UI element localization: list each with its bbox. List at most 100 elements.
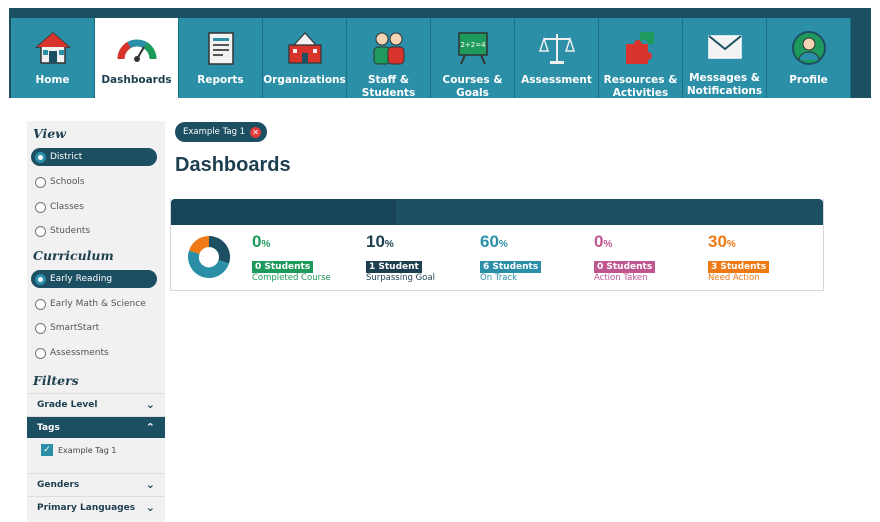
home-icon xyxy=(33,30,73,66)
stat-caption: On Track xyxy=(480,273,518,283)
radio-icon xyxy=(35,298,46,310)
stat-caption: Action Taken xyxy=(594,273,648,283)
stat-value: 60 xyxy=(480,232,499,251)
stat-percent: 0% xyxy=(594,233,655,254)
stat-percent: 30% xyxy=(708,233,769,254)
radio-icon xyxy=(35,322,46,334)
radio-label: SmartStart xyxy=(50,323,100,333)
envelope-icon xyxy=(705,30,745,64)
curriculum-option-smartstart[interactable]: SmartStart xyxy=(31,319,157,337)
nav-assessment[interactable]: Assessment xyxy=(515,18,599,98)
stat-unit: % xyxy=(603,239,613,250)
filter-label: Tags xyxy=(37,422,60,433)
nav-label: Resources & Activities xyxy=(603,74,678,99)
filter-grade-level[interactable]: Grade Level ⌄ xyxy=(27,393,165,415)
nav-messages-notifications[interactable]: Messages & Notifications xyxy=(683,18,767,98)
scale-icon xyxy=(537,30,577,66)
nav-label: Reports xyxy=(197,74,244,86)
view-option-classes[interactable]: Classes xyxy=(31,198,157,216)
tag-option-example-tag-1[interactable]: ✓ Example Tag 1 xyxy=(41,444,116,456)
report-icon xyxy=(201,30,241,66)
radio-icon xyxy=(35,176,46,188)
filter-tags[interactable]: Tags ⌃ xyxy=(27,416,165,438)
stat-value: 30 xyxy=(708,232,727,251)
stat-surpassing-goal: 10% 1 Student Surpassing Goal xyxy=(366,233,435,284)
view-section-title: View xyxy=(33,126,66,141)
nav-label: Home xyxy=(35,74,70,86)
radio-label: District xyxy=(50,152,83,162)
stat-unit: % xyxy=(498,239,508,250)
people-icon xyxy=(369,30,409,66)
summary-card-header-tab xyxy=(171,199,396,225)
stat-need-action: 30% 3 Students Need Action xyxy=(708,233,770,284)
radio-label: Schools xyxy=(50,177,85,187)
chevron-up-icon: ⌃ xyxy=(145,421,155,434)
nav-label: Messages & Notifications xyxy=(686,72,763,97)
svg-text:2+2=4: 2+2=4 xyxy=(460,41,486,49)
stat-badge: 1 Student xyxy=(366,261,422,273)
stat-badge: 0 Students xyxy=(594,261,656,273)
donut-segment-surpassing xyxy=(209,235,231,264)
page-title: Dashboards xyxy=(175,154,291,176)
nav-organizations[interactable]: Organizations xyxy=(263,18,347,98)
user-icon xyxy=(789,30,829,66)
nav-label: Staff & Students xyxy=(361,74,416,99)
stat-action-taken: 0% 0 Students Action Taken xyxy=(594,233,656,284)
radio-icon xyxy=(35,225,46,237)
active-tag-chip[interactable]: Example Tag 1 ✕ xyxy=(175,122,268,142)
stat-completed-course: 0% 0 Students Completed Course xyxy=(252,233,331,284)
nav-courses-goals[interactable]: 2+2=4 Courses & Goals xyxy=(431,18,515,99)
filter-label: Primary Languages xyxy=(37,502,136,513)
nav-label: Organizations xyxy=(263,74,346,86)
view-option-students[interactable]: Students xyxy=(31,222,157,240)
nav-label: Dashboards xyxy=(101,74,172,86)
stat-value: 10 xyxy=(366,232,385,251)
stat-caption: Completed Course xyxy=(252,273,331,283)
active-tag-label: Example Tag 1 xyxy=(183,127,246,137)
nav-dashboards[interactable]: Dashboards xyxy=(95,18,179,98)
tag-option-label: Example Tag 1 xyxy=(58,445,117,455)
stat-percent: 0% xyxy=(252,233,331,254)
nav-label: Assessment xyxy=(521,74,592,86)
stat-unit: % xyxy=(384,239,394,250)
nav-label: Profile xyxy=(789,74,828,86)
view-option-district[interactable]: District xyxy=(31,148,157,166)
nav-profile[interactable]: Profile xyxy=(767,18,851,98)
radio-icon xyxy=(35,151,46,163)
nav-home[interactable]: Home xyxy=(11,18,95,98)
school-building-icon xyxy=(285,30,325,66)
filter-genders[interactable]: Genders ⌄ xyxy=(27,473,165,495)
radio-icon xyxy=(35,201,46,213)
nav-label: Courses & Goals xyxy=(442,74,503,99)
radio-label: Classes xyxy=(50,202,84,212)
gauge-icon xyxy=(116,30,157,66)
donut-segment-need-action xyxy=(189,235,209,254)
summary-card-header xyxy=(171,199,823,225)
curriculum-option-assessments[interactable]: Assessments xyxy=(31,344,157,362)
stat-unit: % xyxy=(726,239,736,250)
stat-percent: 10% xyxy=(366,233,435,254)
filters-section-title: Filters xyxy=(33,373,79,388)
radio-label: Early Reading xyxy=(50,274,113,284)
view-option-schools[interactable]: Schools xyxy=(31,173,157,191)
stat-badge: 3 Students xyxy=(708,261,770,273)
easel-icon: 2+2=4 xyxy=(453,30,493,66)
chevron-down-icon: ⌄ xyxy=(145,501,155,514)
stat-caption: Need Action xyxy=(708,273,760,283)
filter-primary-languages[interactable]: Primary Languages ⌄ xyxy=(27,496,165,518)
sidebar: View District Schools Classes Students C… xyxy=(27,121,165,522)
curriculum-option-early-math-science[interactable]: Early Math & Science xyxy=(31,295,157,313)
stat-caption: Surpassing Goal xyxy=(366,273,435,283)
curriculum-option-early-reading[interactable]: Early Reading xyxy=(31,270,157,288)
stat-percent: 60% xyxy=(480,233,541,254)
nav-resources-activities[interactable]: Resources & Activities xyxy=(599,18,683,99)
stat-badge: 6 Students xyxy=(480,261,542,273)
nav-staff-students[interactable]: Staff & Students xyxy=(347,18,431,99)
chevron-down-icon: ⌄ xyxy=(145,398,155,411)
summary-card: 0% 0 Students Completed Course 10% 1 Stu… xyxy=(170,199,824,291)
filter-label: Grade Level xyxy=(37,399,98,410)
chevron-down-icon: ⌄ xyxy=(145,478,155,491)
puzzle-icon xyxy=(621,30,661,66)
nav-reports[interactable]: Reports xyxy=(179,18,263,98)
close-icon[interactable]: ✕ xyxy=(250,126,262,138)
